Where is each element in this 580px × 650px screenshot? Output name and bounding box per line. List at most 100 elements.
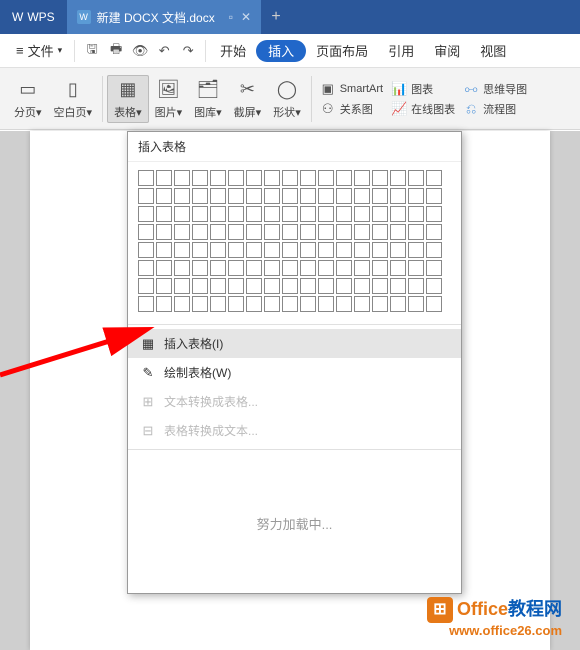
grid-cell[interactable] [138,296,154,312]
grid-cell[interactable] [336,296,352,312]
grid-cell[interactable] [336,278,352,294]
grid-cell[interactable] [210,206,226,222]
grid-cell[interactable] [174,278,190,294]
grid-cell[interactable] [138,188,154,204]
grid-cell[interactable] [408,278,424,294]
grid-cell[interactable] [156,278,172,294]
grid-cell[interactable] [210,260,226,276]
grid-cell[interactable] [372,278,388,294]
tab-pin-icon[interactable]: ▫ [229,10,233,24]
grid-cell[interactable] [318,278,334,294]
blank-page-button[interactable]: ▯ 空白页▾ [48,76,99,122]
draw-table-item[interactable]: ✎ 绘制表格(W) [128,358,461,387]
new-tab-button[interactable]: + [261,0,291,34]
grid-cell[interactable] [408,224,424,240]
grid-cell[interactable] [264,278,280,294]
preview-button[interactable]: 👁 [129,40,151,62]
tab-view[interactable]: 视图 [470,34,516,68]
grid-cell[interactable] [390,260,406,276]
grid-cell[interactable] [138,242,154,258]
grid-cell[interactable] [192,242,208,258]
gallery-button[interactable]: 🗂 图库▾ [188,76,228,122]
table-size-grid[interactable] [138,170,451,312]
grid-cell[interactable] [192,206,208,222]
grid-cell[interactable] [300,278,316,294]
grid-cell[interactable] [282,260,298,276]
grid-cell[interactable] [282,296,298,312]
tab-insert[interactable]: 插入 [256,40,306,62]
grid-cell[interactable] [156,206,172,222]
grid-cell[interactable] [390,170,406,186]
grid-cell[interactable] [390,242,406,258]
grid-cell[interactable] [282,170,298,186]
grid-cell[interactable] [300,224,316,240]
grid-cell[interactable] [408,206,424,222]
grid-cell[interactable] [300,188,316,204]
grid-cell[interactable] [408,188,424,204]
grid-cell[interactable] [336,260,352,276]
grid-cell[interactable] [174,260,190,276]
grid-cell[interactable] [318,242,334,258]
grid-cell[interactable] [282,242,298,258]
grid-cell[interactable] [336,242,352,258]
grid-cell[interactable] [210,242,226,258]
grid-cell[interactable] [264,224,280,240]
grid-cell[interactable] [336,206,352,222]
grid-cell[interactable] [426,296,442,312]
grid-cell[interactable] [300,296,316,312]
grid-cell[interactable] [354,260,370,276]
grid-cell[interactable] [408,242,424,258]
grid-cell[interactable] [156,170,172,186]
grid-cell[interactable] [246,224,262,240]
grid-cell[interactable] [354,188,370,204]
chart-button[interactable]: 📊 图表 [387,80,459,98]
shapes-button[interactable]: ◯ 形状▾ [267,76,307,122]
grid-cell[interactable] [300,242,316,258]
grid-cell[interactable] [156,242,172,258]
grid-cell[interactable] [228,260,244,276]
grid-cell[interactable] [210,296,226,312]
grid-cell[interactable] [390,296,406,312]
grid-cell[interactable] [282,206,298,222]
print-button[interactable]: 🖶 [105,40,127,62]
document-tab[interactable]: W 新建 DOCX 文档.docx ▫ ✕ [67,0,261,34]
grid-cell[interactable] [426,242,442,258]
grid-cell[interactable] [174,170,190,186]
grid-cell[interactable] [192,296,208,312]
grid-cell[interactable] [210,188,226,204]
grid-cell[interactable] [282,224,298,240]
grid-cell[interactable] [408,296,424,312]
grid-cell[interactable] [372,188,388,204]
smartart-button[interactable]: ▣ SmartArt [316,80,387,98]
grid-cell[interactable] [390,278,406,294]
grid-cell[interactable] [246,242,262,258]
grid-cell[interactable] [372,242,388,258]
grid-cell[interactable] [318,188,334,204]
grid-cell[interactable] [246,188,262,204]
grid-cell[interactable] [192,224,208,240]
grid-cell[interactable] [228,242,244,258]
grid-cell[interactable] [264,242,280,258]
screenshot-button[interactable]: ✂ 截屏▾ [228,76,268,122]
grid-cell[interactable] [426,170,442,186]
grid-cell[interactable] [174,206,190,222]
grid-cell[interactable] [408,260,424,276]
grid-cell[interactable] [228,278,244,294]
grid-cell[interactable] [138,260,154,276]
grid-cell[interactable] [174,224,190,240]
page-break-button[interactable]: ▭ 分页▾ [8,76,48,122]
grid-cell[interactable] [174,242,190,258]
grid-cell[interactable] [246,170,262,186]
tab-close-icon[interactable]: ✕ [241,10,251,24]
redo-button[interactable]: ↷ [177,40,199,62]
grid-cell[interactable] [390,188,406,204]
grid-cell[interactable] [408,170,424,186]
grid-cell[interactable] [210,278,226,294]
grid-cell[interactable] [228,206,244,222]
mindmap-button[interactable]: ⧟ 思维导图 [459,80,531,98]
online-chart-button[interactable]: 📈 在线图表 [387,100,459,118]
grid-cell[interactable] [246,206,262,222]
table-button[interactable]: ▦ 表格▾ [107,75,149,123]
grid-cell[interactable] [426,224,442,240]
tab-layout[interactable]: 页面布局 [306,34,378,68]
